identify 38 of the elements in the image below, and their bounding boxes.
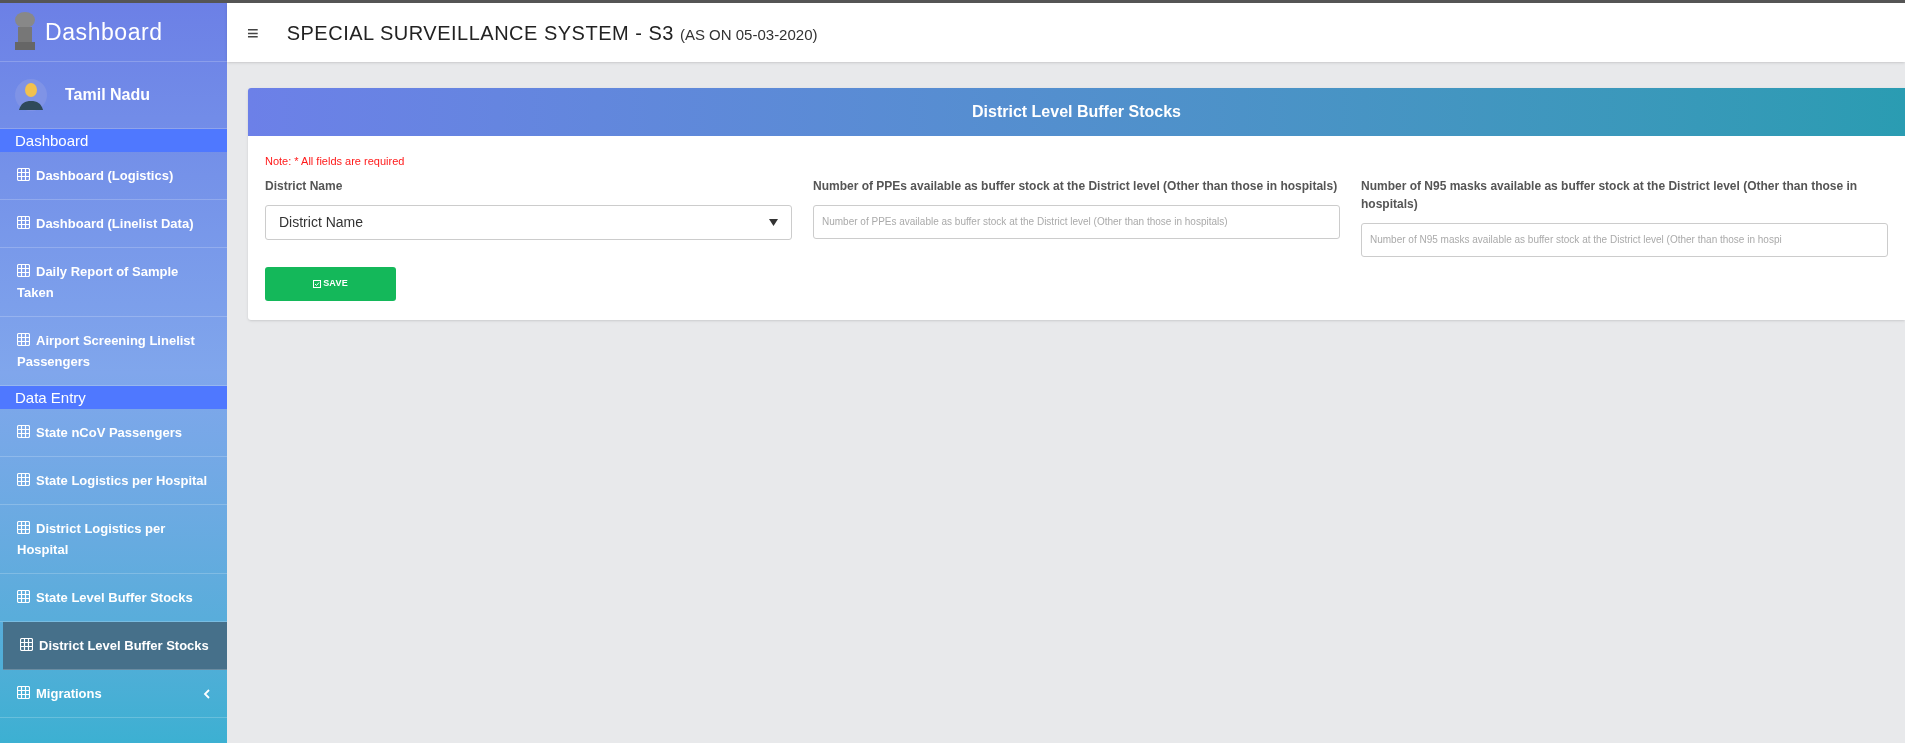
grid-icon [17,590,30,603]
check-square-icon [313,279,322,288]
section-header: Dashboard [0,129,227,152]
chevron-left-icon [203,688,210,699]
number-input[interactable]: Number of N95 masks available as buffer stock at the District level (Other than those in hospi [1361,222,1888,257]
field-label: District Name [265,177,344,195]
grid-icon [17,264,30,277]
sidebar-item[interactable]: Dashboard (Logistics) [0,152,227,200]
page-date: (AS ON 05-03-2020) [679,24,818,45]
brand-title: Dashboard [45,17,163,47]
grid-icon [17,168,30,181]
grid-icon [20,638,33,651]
district-select[interactable]: District Name [265,204,792,240]
grid-icon [17,333,30,346]
number-input[interactable]: Number of PPEs available as buffer stock at the District level (Other than those in hospitals) [813,204,1340,239]
avatar-icon [15,78,47,112]
sidebar-item[interactable]: State nCoV Passengers [0,409,227,457]
page-title: SPECIAL SURVEILLANCE SYSTEM - S3 [286,20,674,46]
field-label: Number of N95 masks available as buffer stock at the District level (Other than those in hospitals) [1361,177,1859,213]
sidebar-item[interactable]: State Logistics per Hospital [0,457,227,505]
section-header: Data Entry [0,386,227,409]
grid-icon [17,521,30,534]
required-note: Note: * All fields are required [265,154,406,169]
grid-icon [17,686,30,699]
menu-button[interactable]: ≡ [247,17,259,48]
field-label: Number of PPEs available as buffer stock at the District level (Other than those in hospitals) [813,177,1339,195]
sidebar-item[interactable]: Daily Report of Sample Taken [0,248,227,317]
sidebar-item[interactable]: District Logistics per Hospital [0,505,227,574]
grid-icon [17,473,30,486]
sidebar-item[interactable]: Migrations [0,670,227,718]
dropdown-caret-icon [769,218,778,226]
grid-icon [17,425,30,438]
save-button[interactable]: SAVE [265,266,396,301]
sidebar-item[interactable]: Dashboard (Linelist Data) [0,200,227,248]
card-title: District Level Buffer Stocks [972,102,1181,122]
user-name: Tamil Nadu [65,85,151,105]
sidebar-item[interactable]: District Level Buffer Stocks [3,622,227,670]
grid-icon [17,216,30,229]
